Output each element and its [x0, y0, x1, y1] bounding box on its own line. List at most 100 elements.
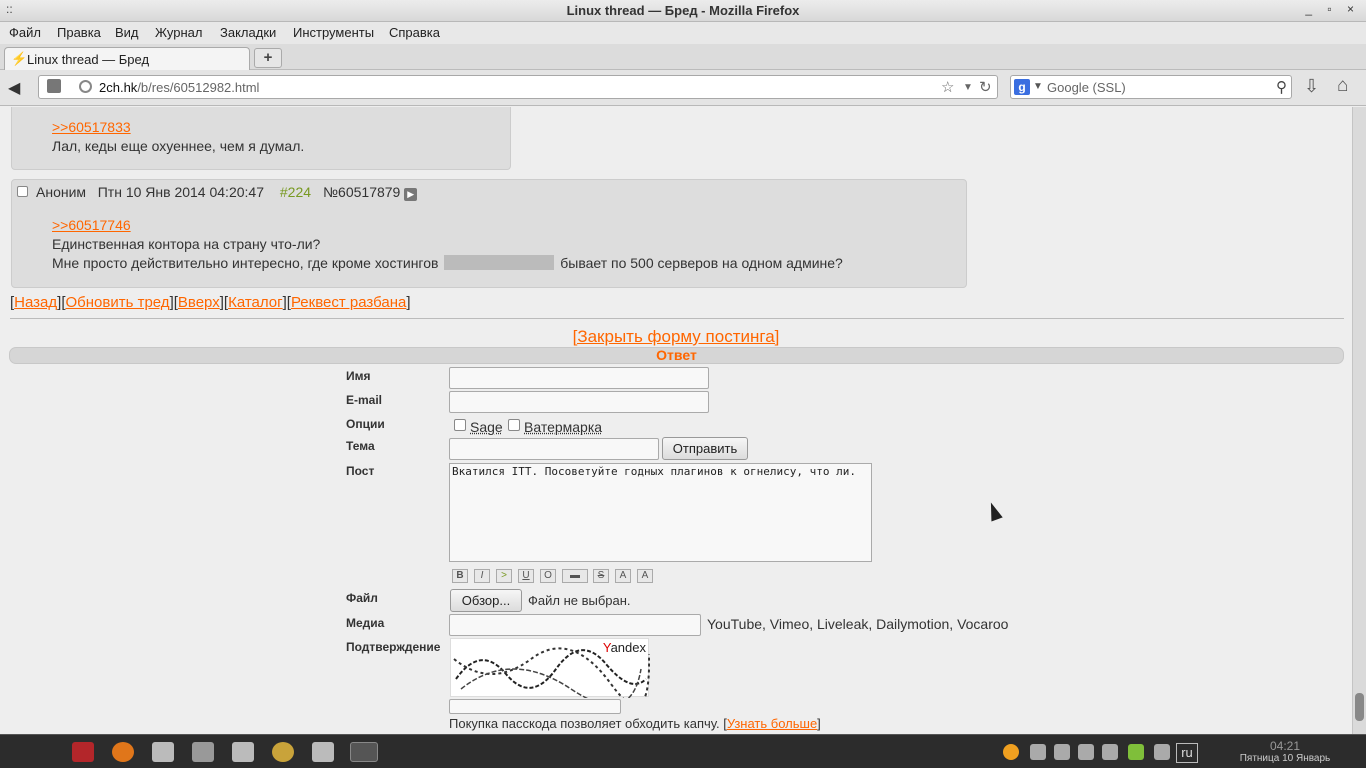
file-label: Файл — [346, 591, 378, 605]
keyboard-layout-indicator[interactable]: ru — [1176, 743, 1198, 763]
monkey-icon[interactable] — [272, 742, 294, 762]
bookmark-star-icon[interactable]: ☆ — [941, 78, 954, 96]
battery-icon[interactable] — [1128, 744, 1144, 760]
search-engine-dropdown-icon[interactable]: ▼ — [1033, 81, 1043, 92]
bold-button[interactable]: B — [452, 569, 468, 583]
post-number[interactable]: №60517879 — [323, 184, 400, 200]
post-previous: >>60517833 Лал, кеды еще охуеннее, чем я… — [11, 107, 511, 170]
nav-refresh-link[interactable]: Обновить тред — [66, 294, 170, 311]
captcha-input[interactable] — [449, 699, 621, 714]
file-status: Файл не выбран. — [528, 593, 631, 608]
post-textarea[interactable]: Вкатился ITT. Посоветуйте годных плагино… — [449, 463, 872, 562]
tab-groups-icon[interactable] — [47, 79, 61, 93]
yandex-logo: Yandex — [602, 640, 646, 655]
dropdown-arrow-icon[interactable]: ▼ — [963, 82, 973, 93]
menu-history[interactable]: Журнал — [155, 25, 202, 40]
google-icon[interactable]: g — [1014, 79, 1030, 95]
disk-icon[interactable] — [192, 742, 214, 762]
firefox-icon[interactable] — [112, 742, 134, 762]
globe-icon — [79, 80, 92, 93]
overline-button[interactable]: O — [540, 569, 556, 583]
sage-label[interactable]: Sage — [470, 419, 503, 435]
name-input[interactable] — [449, 367, 709, 389]
media-label: Медиа — [346, 616, 385, 630]
post-select-checkbox[interactable] — [17, 186, 28, 197]
browse-button[interactable]: Обзор... — [450, 589, 522, 612]
superscript-button[interactable]: A — [615, 569, 631, 583]
learn-more-link[interactable]: Узнать больше — [727, 716, 817, 731]
spoiler[interactable] — [444, 255, 555, 270]
quote-button[interactable]: > — [496, 569, 512, 583]
folder-icon[interactable] — [152, 742, 174, 762]
url-bar[interactable]: 2ch.hk/b/res/60512982.html ☆ ▼ ↻ — [38, 75, 998, 99]
app-icon-terminal[interactable] — [72, 742, 94, 762]
folder-icon[interactable] — [312, 742, 334, 762]
volume-icon[interactable] — [1102, 744, 1118, 760]
reply-link[interactable]: >>60517833 — [52, 119, 131, 135]
submit-button[interactable]: Отправить — [662, 437, 748, 460]
folder-icon[interactable] — [232, 742, 254, 762]
back-arrow-icon[interactable]: ◀ — [8, 78, 20, 98]
passcode-note: Покупка пасскода позволяет обходить капч… — [449, 716, 821, 731]
post-text-line: Единственная контора на страну что-ли? — [52, 236, 321, 252]
nav-catalog-link[interactable]: Каталог — [228, 294, 283, 311]
italic-button[interactable]: I — [474, 569, 490, 583]
pen-icon[interactable] — [1054, 744, 1070, 760]
menu-tools[interactable]: Инструменты — [293, 25, 374, 40]
name-label: Имя — [346, 369, 371, 383]
close-form-link[interactable]: [Закрыть форму постинга] — [0, 327, 1352, 347]
sage-checkbox[interactable] — [454, 419, 466, 431]
watermark-checkbox[interactable] — [508, 419, 520, 431]
email-label: E-mail — [346, 393, 383, 407]
search-icon[interactable]: ⚲ — [1276, 78, 1287, 96]
strike-button[interactable]: S — [593, 569, 609, 583]
scrollbar-thumb[interactable] — [1355, 693, 1364, 721]
menu-view[interactable]: Вид — [115, 25, 139, 40]
media-input[interactable] — [449, 614, 701, 636]
weather-icon[interactable] — [1003, 744, 1019, 760]
download-arrow-icon[interactable]: ⇩ — [1304, 76, 1319, 97]
menubar: Файл Правка Вид Журнал Закладки Инструме… — [0, 22, 1366, 44]
new-tab-button[interactable]: + — [254, 48, 282, 68]
firefox-active-window-icon[interactable] — [350, 742, 378, 762]
clipboard-icon[interactable] — [1154, 744, 1170, 760]
reload-icon[interactable]: ↻ — [979, 78, 992, 96]
email-input[interactable] — [449, 391, 709, 413]
reply-link[interactable]: >>60517746 — [52, 217, 131, 233]
spoiler-button[interactable]: ▬ — [562, 569, 588, 583]
post-index[interactable]: #224 — [280, 184, 311, 200]
window-controls[interactable]: _ ▫ × — [1305, 2, 1360, 16]
post-text-line: Лал, кеды еще охуеннее, чем я думал. — [52, 138, 305, 154]
tab-linux-thread[interactable]: ⚡ Linux thread — Бред — [4, 47, 250, 70]
nav-unban-link[interactable]: Реквест разбана — [291, 294, 406, 311]
navigation-toolbar: ◀ 2ch.hk/b/res/60512982.html ☆ ▼ ↻ g ▼ G… — [0, 70, 1366, 106]
post-header: Аноним Птн 10 Янв 2014 04:20:47 #224 №605… — [17, 184, 418, 201]
nav-top-link[interactable]: Вверх — [178, 294, 220, 311]
menu-bookmarks[interactable]: Закладки — [220, 25, 276, 40]
play-icon[interactable]: ▶ — [404, 188, 418, 201]
url-text[interactable]: 2ch.hk/b/res/60512982.html — [99, 80, 259, 95]
usb-icon[interactable] — [1078, 744, 1094, 760]
nav-back-link[interactable]: Назад — [14, 294, 57, 311]
lightning-icon: ⚡ — [11, 51, 28, 66]
page-scrollbar[interactable] — [1352, 107, 1366, 734]
subject-input[interactable] — [449, 438, 659, 460]
confirm-label: Подтверждение — [346, 640, 441, 654]
post-60517879: Аноним Птн 10 Янв 2014 04:20:47 #224 №605… — [11, 179, 967, 288]
window-titlebar: :: Linux thread — Бред - Mozilla Firefox… — [0, 0, 1366, 22]
clock[interactable]: 04:21 Пятница 10 Январь — [1210, 739, 1360, 764]
taskbar: ru 04:21 Пятница 10 Январь — [0, 734, 1366, 768]
underline-button[interactable]: U — [518, 569, 534, 583]
clock-time: 04:21 — [1269, 739, 1301, 753]
menu-file[interactable]: Файл — [9, 25, 41, 40]
menu-help[interactable]: Справка — [389, 25, 440, 40]
media-hint: YouTube, Vimeo, Liveleak, Dailymotion, V… — [707, 616, 1009, 632]
reply-form-header: Ответ — [9, 347, 1344, 364]
signal-icon[interactable] — [1030, 744, 1046, 760]
tab-label: Linux thread — Бред — [27, 52, 150, 67]
watermark-label[interactable]: Ватермарка — [524, 419, 602, 435]
home-icon[interactable]: ⌂ — [1337, 75, 1348, 97]
search-bar[interactable]: g ▼ Google (SSL) ⚲ — [1010, 75, 1292, 99]
menu-edit[interactable]: Правка — [57, 25, 101, 40]
subscript-button[interactable]: A — [637, 569, 653, 583]
